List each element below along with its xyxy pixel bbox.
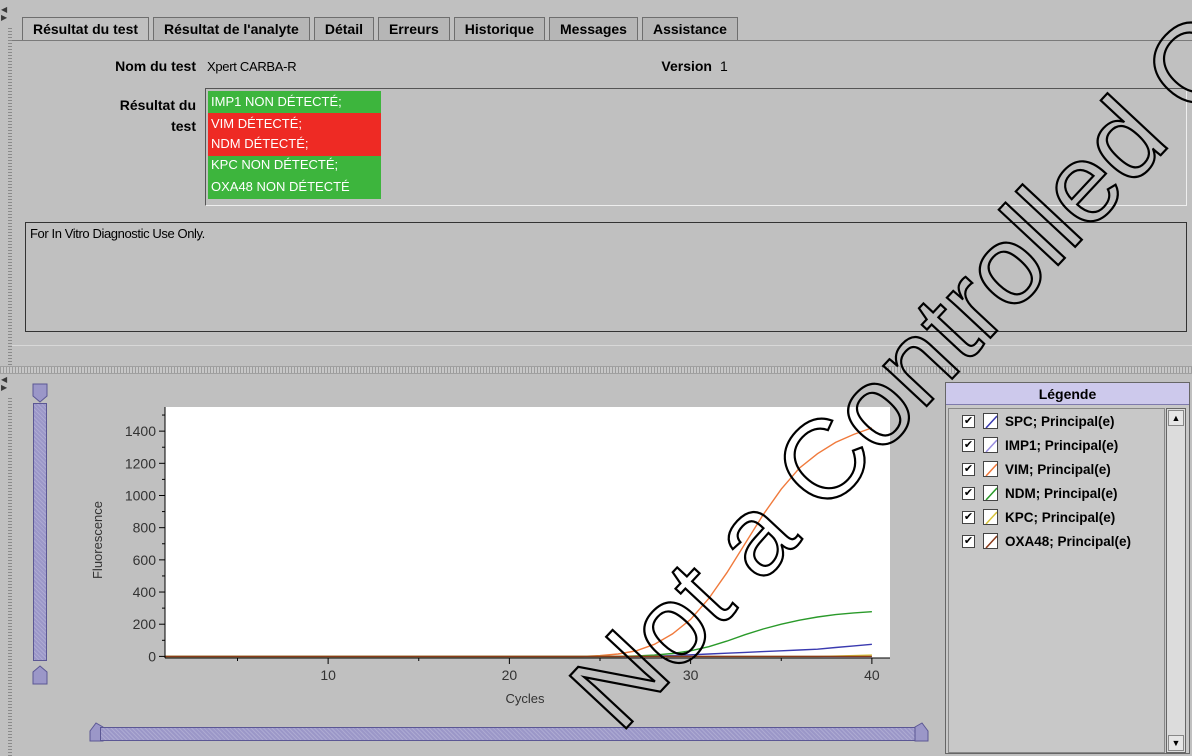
panel-separator bbox=[12, 345, 1192, 346]
result-oxa48: OXA48 NON DÉTECTÉ bbox=[208, 177, 381, 199]
legend-checkbox[interactable]: ✔ bbox=[962, 462, 975, 476]
plot-area bbox=[165, 407, 890, 658]
legend-color-swatch bbox=[983, 437, 998, 453]
y-tick-label: 400 bbox=[133, 584, 157, 600]
legend-checkbox[interactable]: ✔ bbox=[962, 486, 975, 500]
tab-assistance[interactable]: Assistance bbox=[641, 17, 738, 40]
legend-label: VIM; Principal(e) bbox=[1005, 461, 1111, 477]
legend-checkbox[interactable]: ✔ bbox=[962, 510, 975, 524]
tab-bar: Résultat du test Résultat de l'analyte D… bbox=[22, 17, 742, 41]
y-tick-label: 800 bbox=[133, 520, 157, 536]
test-result-label: Résultat du test bbox=[80, 95, 196, 137]
y-tick-label: 1400 bbox=[125, 423, 156, 439]
test-result-label-line1: Résultat du bbox=[119, 97, 196, 113]
legend-checkbox[interactable]: ✔ bbox=[962, 534, 975, 548]
legend-checkbox[interactable]: ✔ bbox=[962, 414, 975, 428]
tab-errors[interactable]: Erreurs bbox=[377, 17, 450, 40]
split-edge-bottom bbox=[8, 398, 12, 756]
legend-item[interactable]: ✔ OXA48; Principal(e) bbox=[949, 529, 1164, 553]
version-label: Version bbox=[661, 58, 712, 74]
x-axis-label: Cycles bbox=[505, 691, 545, 706]
legend-checkbox[interactable]: ✔ bbox=[962, 438, 975, 452]
legend-item[interactable]: ✔ VIM; Principal(e) bbox=[949, 457, 1164, 481]
tab-underline bbox=[12, 40, 1192, 41]
x-tick-label: 40 bbox=[864, 667, 880, 683]
legend-item[interactable]: ✔ SPC; Principal(e) bbox=[949, 409, 1164, 433]
test-result-box: IMP1 NON DÉTECTÉ; VIM DÉTECTÉ; NDM DÉTEC… bbox=[205, 88, 1187, 206]
result-imp1: IMP1 NON DÉTECTÉ; bbox=[208, 91, 381, 113]
horizontal-slider-track[interactable] bbox=[100, 727, 920, 741]
legend-item[interactable]: ✔ NDM; Principal(e) bbox=[949, 481, 1164, 505]
legend-list: ✔ SPC; Principal(e) ✔ IMP1; Principal(e) ✔ VI… bbox=[948, 408, 1165, 753]
legend-label: KPC; Principal(e) bbox=[1005, 509, 1116, 525]
legend-panel: Légende ✔ SPC; Principal(e) ✔ IMP1; Princip… bbox=[945, 382, 1190, 754]
legend-scrollbar[interactable]: ▲ ▼ bbox=[1166, 408, 1186, 753]
result-ndm: NDM DÉTECTÉ; bbox=[208, 135, 381, 156]
slider-bottom-handle[interactable] bbox=[30, 665, 50, 685]
test-name-value: Xpert CARBA-R bbox=[207, 59, 297, 74]
y-tick-label: 200 bbox=[133, 616, 157, 632]
vertical-slider-track[interactable] bbox=[33, 403, 47, 661]
vertical-zoom-slider[interactable] bbox=[30, 383, 48, 685]
amplification-chart: 0 200 400 600 800 1000 1200 1400 10 20 30 40 Fluore… bbox=[90, 407, 890, 706]
legend-color-swatch bbox=[983, 533, 998, 549]
y-tick-label: 1000 bbox=[125, 487, 156, 503]
scroll-up-button[interactable]: ▲ bbox=[1168, 410, 1184, 426]
disclaimer-text: For In Vitro Diagnostic Use Only. bbox=[25, 222, 1187, 332]
legend-item[interactable]: ✔ KPC; Principal(e) bbox=[949, 505, 1164, 529]
tab-messages[interactable]: Messages bbox=[549, 17, 638, 40]
horizontal-zoom-slider[interactable] bbox=[88, 719, 930, 743]
split-arrows-top[interactable]: ◀ ▶ bbox=[1, 6, 9, 22]
legend-item[interactable]: ✔ IMP1; Principal(e) bbox=[949, 433, 1164, 457]
tab-test-result[interactable]: Résultat du test bbox=[22, 17, 150, 41]
split-edge-top bbox=[8, 28, 12, 366]
split-arrows-bottom[interactable]: ◀ ▶ bbox=[1, 376, 9, 392]
y-tick-label: 1200 bbox=[125, 455, 156, 471]
x-tick-label: 20 bbox=[502, 667, 518, 683]
version-value: 1 bbox=[720, 58, 728, 74]
result-vim: VIM DÉTECTÉ; bbox=[208, 113, 381, 135]
x-tick-label: 30 bbox=[683, 667, 699, 683]
legend-label: SPC; Principal(e) bbox=[1005, 413, 1115, 429]
split-divider[interactable] bbox=[0, 366, 1192, 374]
y-axis-label: Fluorescence bbox=[90, 501, 105, 579]
legend-label: IMP1; Principal(e) bbox=[1005, 437, 1119, 453]
legend-color-swatch bbox=[983, 461, 998, 477]
x-tick-label: 10 bbox=[320, 667, 336, 683]
legend-color-swatch bbox=[983, 509, 998, 525]
legend-color-swatch bbox=[983, 485, 998, 501]
test-result-label-line2: test bbox=[171, 118, 196, 134]
slider-top-handle[interactable] bbox=[30, 383, 50, 403]
scroll-down-button[interactable]: ▼ bbox=[1168, 735, 1184, 751]
y-tick-label: 600 bbox=[133, 552, 157, 568]
legend-label: OXA48; Principal(e) bbox=[1005, 533, 1132, 549]
y-tick-label: 0 bbox=[148, 648, 156, 664]
test-name-label: Nom du test bbox=[115, 58, 196, 74]
legend-color-swatch bbox=[983, 413, 998, 429]
result-kpc: KPC NON DÉTECTÉ; bbox=[208, 156, 381, 177]
legend-title: Légende bbox=[946, 383, 1189, 405]
tab-detail[interactable]: Détail bbox=[313, 17, 374, 40]
tab-analyte-result[interactable]: Résultat de l'analyte bbox=[153, 17, 310, 40]
legend-label: NDM; Principal(e) bbox=[1005, 485, 1118, 501]
slider-right-handle[interactable] bbox=[914, 721, 930, 743]
tab-history[interactable]: Historique bbox=[453, 17, 546, 40]
